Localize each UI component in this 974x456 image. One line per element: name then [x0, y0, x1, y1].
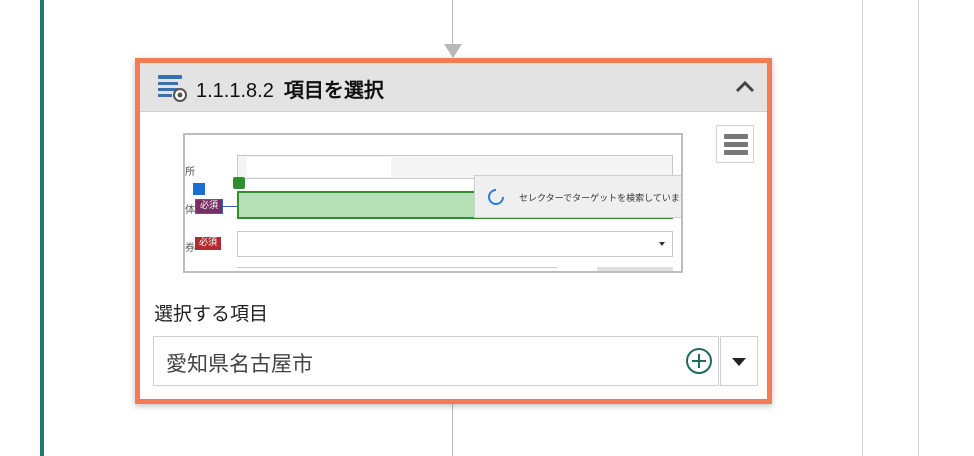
plus-circle-icon[interactable] — [684, 346, 714, 376]
screenshot-row-label: 所 — [185, 167, 195, 178]
panel-divider — [862, 0, 863, 456]
sequence-left-rail — [40, 0, 44, 456]
selected-item-label: 選択する項目 — [154, 303, 269, 325]
screenshot-button — [597, 267, 673, 271]
screenshot-divider — [237, 267, 557, 271]
selected-item-input[interactable]: 愛知県名古屋市 — [153, 336, 719, 386]
caret-down-icon — [659, 242, 665, 246]
flow-connector-bottom — [452, 402, 453, 456]
activity-header[interactable]: 1.1.1.8.2 項目を選択 — [140, 63, 767, 112]
screenshot-row-label: 体 — [185, 205, 195, 216]
flow-arrow-icon — [444, 44, 462, 58]
chevron-up-icon[interactable] — [733, 75, 757, 99]
activity-number: 1.1.1.8.2 — [196, 80, 274, 102]
select-item-activity-card[interactable]: 1.1.1.8.2 項目を選択 所 体 必須 セレクターでターゲットを検索していま… — [135, 58, 772, 404]
selected-item-value: 愛知県名古屋市 — [166, 352, 313, 376]
required-badge: 必須 — [195, 199, 223, 214]
select-item-activity-icon — [158, 75, 187, 102]
spinner-icon — [488, 189, 504, 205]
target-screenshot: 所 体 必須 セレクターでターゲットを検索しています。 券 必須 — [183, 133, 683, 273]
anchor-icon — [193, 183, 205, 195]
activity-name: 項目を選択 — [283, 78, 384, 102]
item-dropdown-button[interactable] — [720, 336, 758, 386]
activity-title: 1.1.1.8.2 項目を選択 — [196, 74, 384, 103]
screenshot-input-fill — [247, 157, 391, 177]
screenshot-row-label: 券 — [185, 243, 195, 254]
hamburger-menu-icon[interactable] — [716, 125, 754, 163]
anchor-link — [223, 206, 237, 207]
required-badge: 必須 — [195, 237, 221, 250]
screenshot-select — [237, 231, 673, 257]
loading-text: セレクターでターゲットを検索しています。 — [519, 194, 683, 204]
target-marker-icon — [233, 177, 245, 189]
caret-down-icon — [732, 358, 746, 366]
loading-popup: セレクターでターゲットを検索しています。 — [474, 175, 683, 218]
panel-divider — [918, 0, 919, 456]
flow-connector-top — [452, 0, 453, 46]
